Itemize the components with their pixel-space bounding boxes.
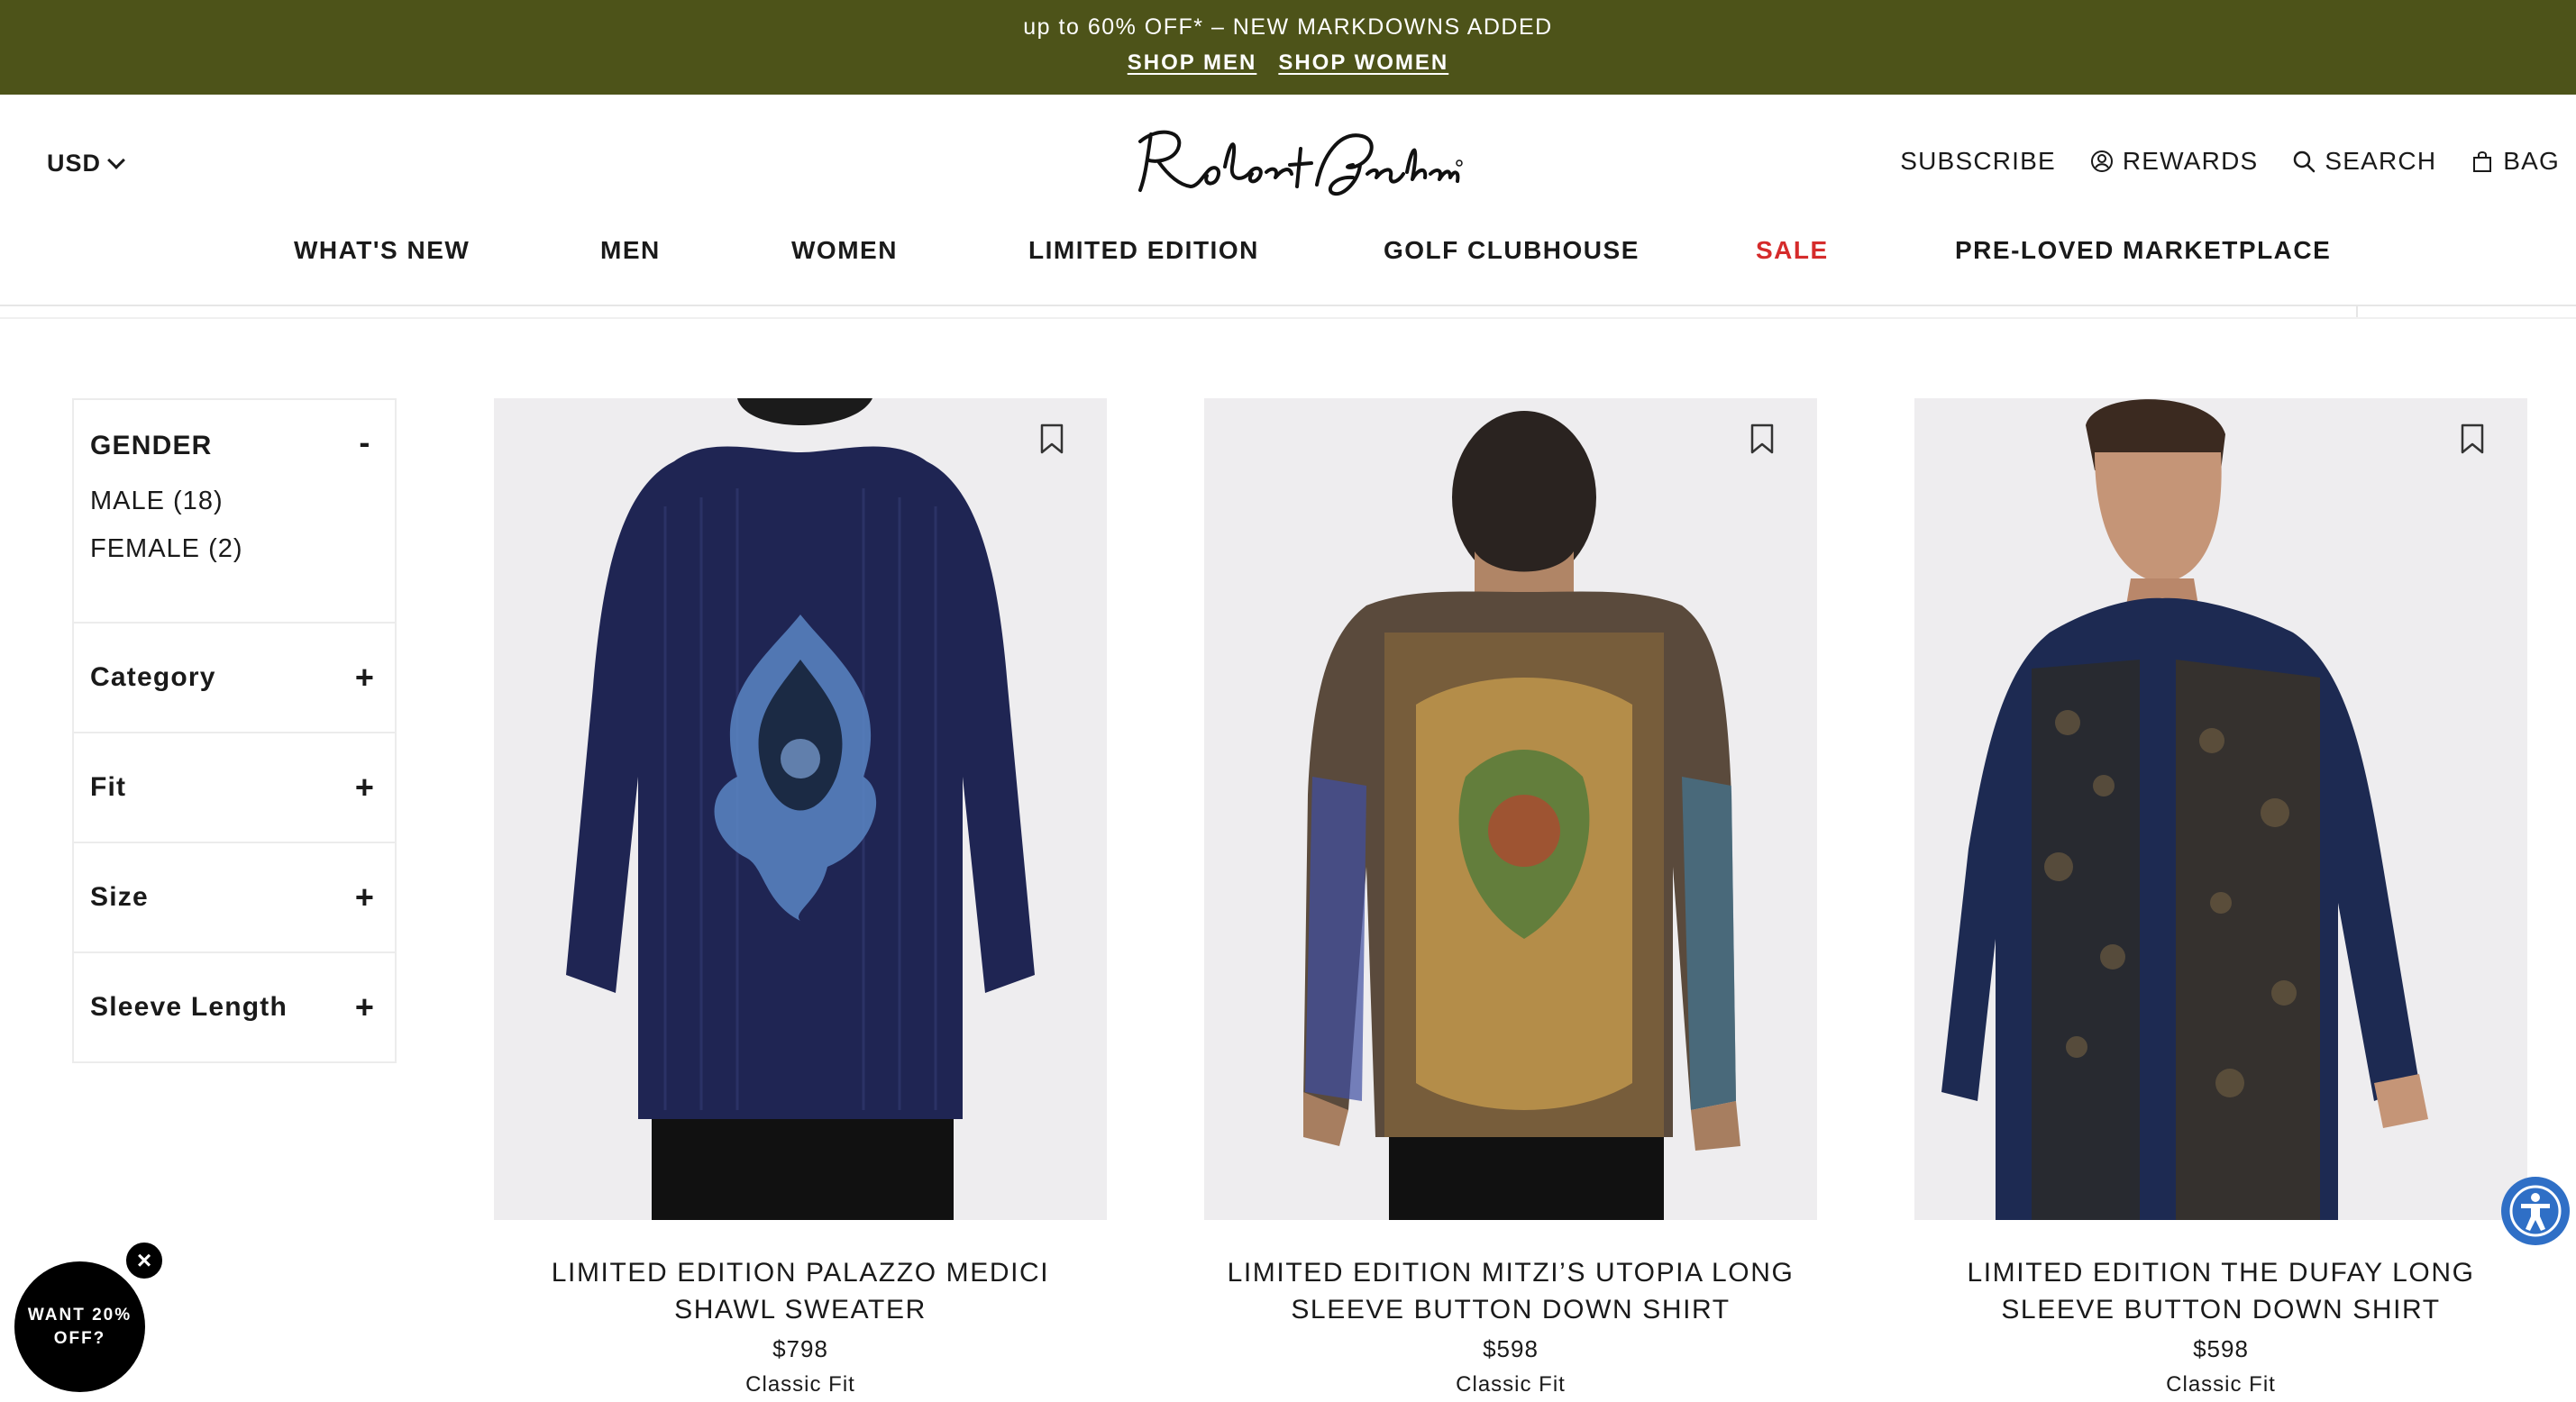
product-fit: Classic Fit — [745, 1372, 855, 1397]
filter-sleeve-length[interactable]: Sleeve Length + — [74, 953, 395, 1061]
product-title[interactable]: LIMITED EDITION THE DUFAY LONG SLEEVE BU… — [1914, 1254, 2527, 1328]
gender-option-male[interactable]: MALE (18) — [90, 487, 379, 516]
expand-icon[interactable]: + — [352, 659, 379, 696]
filter-category-header[interactable]: Category + — [90, 624, 379, 732]
product-title[interactable]: LIMITED EDITION MITZI’S UTOPIA LONG SLEE… — [1204, 1254, 1817, 1328]
bookmark-icon[interactable] — [2461, 423, 2484, 454]
search-link[interactable]: SEARCH — [2292, 147, 2436, 176]
product-price: $598 — [2193, 1335, 2249, 1362]
product-image[interactable] — [1914, 398, 2527, 1220]
gender-options: MALE (18) FEMALE (2) — [90, 465, 379, 622]
product-fit: Classic Fit — [1456, 1372, 1566, 1397]
product-title[interactable]: LIMITED EDITION PALAZZO MEDICI SHAWL SWE… — [494, 1254, 1107, 1328]
discount-popup-button[interactable]: WANT 20% OFF? — [14, 1261, 145, 1392]
user-icon — [2090, 150, 2113, 172]
discount-popup-label: WANT 20% OFF? — [27, 1305, 132, 1348]
nav-men[interactable]: MEN — [600, 236, 661, 265]
brand-logo[interactable] — [1131, 122, 1465, 203]
product-image[interactable] — [494, 398, 1107, 1220]
robert-graham-logo — [1138, 130, 1463, 196]
product-image[interactable] — [1204, 398, 1817, 1220]
filter-fit-header[interactable]: Fit + — [90, 733, 379, 842]
filter-sleeve-length-title: Sleeve Length — [90, 992, 288, 1022]
divider — [0, 305, 2576, 306]
shirt-image — [1303, 411, 1740, 1220]
subscribe-link[interactable]: SUBSCRIBE — [1900, 147, 2056, 176]
filter-sidebar: GENDER - MALE (18) FEMALE (2) Category +… — [72, 398, 397, 1063]
filter-category[interactable]: Category + — [74, 624, 395, 733]
nav-limited-edition[interactable]: LIMITED EDITION — [1028, 236, 1259, 265]
nav-golf-clubhouse[interactable]: GOLF CLUBHOUSE — [1384, 236, 1640, 265]
product-card[interactable]: LIMITED EDITION THE DUFAY LONG SLEEVE BU… — [1914, 398, 2527, 1397]
expand-icon[interactable]: + — [352, 769, 379, 806]
main-nav: WHAT'S NEW MEN WOMEN LIMITED EDITION GOL… — [0, 236, 2576, 272]
filter-gender-title: GENDER — [90, 431, 213, 460]
bookmark-icon[interactable] — [1750, 423, 1774, 454]
collapse-icon[interactable]: - — [352, 423, 379, 461]
close-icon[interactable]: × — [123, 1240, 165, 1281]
accessibility-button[interactable] — [2501, 1177, 2570, 1245]
shop-women-link[interactable]: SHOP WOMEN — [1278, 50, 1448, 76]
chevron-down-icon — [107, 150, 125, 169]
filter-gender: GENDER - MALE (18) FEMALE (2) — [74, 400, 395, 624]
nav-whats-new[interactable]: WHAT'S NEW — [294, 236, 470, 265]
currency-label: USD — [47, 150, 102, 177]
utility-nav: SUBSCRIBE REWARDS SEARCH BAG — [1900, 147, 2560, 176]
divider — [0, 317, 2576, 319]
product-fit: Classic Fit — [2166, 1372, 2276, 1397]
gender-option-female[interactable]: FEMALE (2) — [90, 534, 379, 564]
promo-links: SHOP MEN SHOP WOMEN — [0, 50, 2576, 76]
shirt-image — [1941, 399, 2428, 1220]
filter-gender-header[interactable]: GENDER - — [90, 400, 379, 465]
expand-icon[interactable]: + — [352, 879, 379, 916]
filter-sleeve-length-header[interactable]: Sleeve Length + — [90, 953, 379, 1061]
nav-pre-loved-marketplace[interactable]: PRE-LOVED MARKETPLACE — [1955, 236, 2331, 265]
filter-size-title: Size — [90, 882, 149, 912]
accessibility-icon — [2509, 1185, 2562, 1237]
product-price: $598 — [1483, 1335, 1539, 1362]
currency-selector[interactable]: USD — [47, 150, 125, 178]
filter-category-title: Category — [90, 662, 216, 692]
rewards-link[interactable]: REWARDS — [2090, 147, 2258, 176]
promo-banner: up to 60% OFF* – NEW MARKDOWNS ADDED SHO… — [0, 0, 2576, 95]
product-price: $798 — [772, 1335, 828, 1362]
search-icon — [2294, 150, 2316, 173]
subscribe-label: SUBSCRIBE — [1900, 147, 2056, 175]
bookmark-icon[interactable] — [1040, 423, 1064, 454]
filter-size-header[interactable]: Size + — [90, 843, 379, 951]
product-card[interactable]: LIMITED EDITION PALAZZO MEDICI SHAWL SWE… — [494, 398, 1107, 1397]
sweater-image — [566, 398, 1035, 1220]
nav-women[interactable]: WOMEN — [791, 236, 898, 265]
filter-fit[interactable]: Fit + — [74, 733, 395, 843]
bag-link[interactable]: BAG — [2471, 147, 2560, 176]
rewards-label: REWARDS — [2122, 147, 2259, 175]
promo-text: up to 60% OFF* – NEW MARKDOWNS ADDED — [1023, 14, 1553, 40]
filter-size[interactable]: Size + — [74, 843, 395, 953]
shop-men-link[interactable]: SHOP MEN — [1128, 50, 1257, 76]
product-card[interactable]: LIMITED EDITION MITZI’S UTOPIA LONG SLEE… — [1204, 398, 1817, 1397]
filter-fit-title: Fit — [90, 772, 127, 802]
bag-icon — [2473, 151, 2492, 172]
expand-icon[interactable]: + — [352, 988, 379, 1026]
nav-sale[interactable]: SALE — [1756, 236, 1829, 265]
search-label: SEARCH — [2325, 147, 2437, 175]
bag-label: BAG — [2503, 147, 2560, 175]
